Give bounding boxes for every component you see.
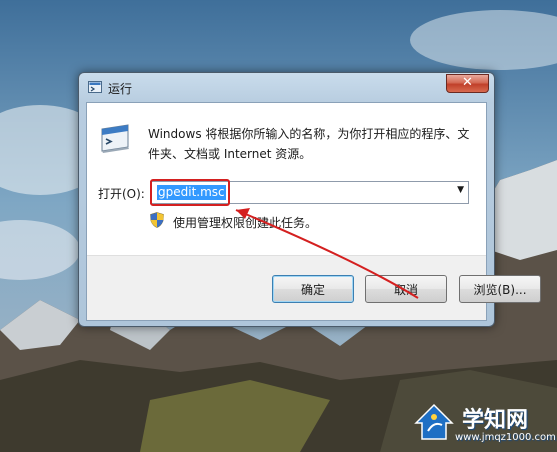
run-icon (88, 81, 102, 93)
dialog-description: Windows 将根据你所输入的名称，为你打开相应的程序、文件夹、文档或 Int… (148, 127, 470, 161)
watermark-title: 学知网 (462, 408, 529, 433)
watermark-url: www.jmqz1000.com (455, 432, 556, 443)
title-bar[interactable]: 运行 ✕ (79, 73, 494, 103)
run-dialog: 运行 ✕ Windows 将根据你所输入的名称，为你打开相应的程序、文件夹、文档… (78, 72, 541, 327)
annotation-highlight-box (150, 179, 230, 206)
browse-button[interactable]: 浏览(B)... (459, 275, 541, 303)
dialog-title: 运行 (108, 82, 133, 96)
close-button[interactable]: ✕ (446, 74, 489, 93)
chevron-down-icon[interactable]: ▼ (457, 185, 464, 195)
admin-privilege-note: 使用管理权限创建此任务。 (173, 216, 318, 230)
watermark-logo-icon (414, 403, 454, 440)
cancel-button[interactable]: 取消 (365, 275, 447, 303)
uac-shield-icon (150, 212, 164, 228)
open-label: 打开(O): (98, 187, 145, 201)
close-icon: ✕ (462, 75, 473, 90)
run-dialog-icon (101, 124, 129, 153)
ok-button[interactable]: 确定 (272, 275, 354, 303)
